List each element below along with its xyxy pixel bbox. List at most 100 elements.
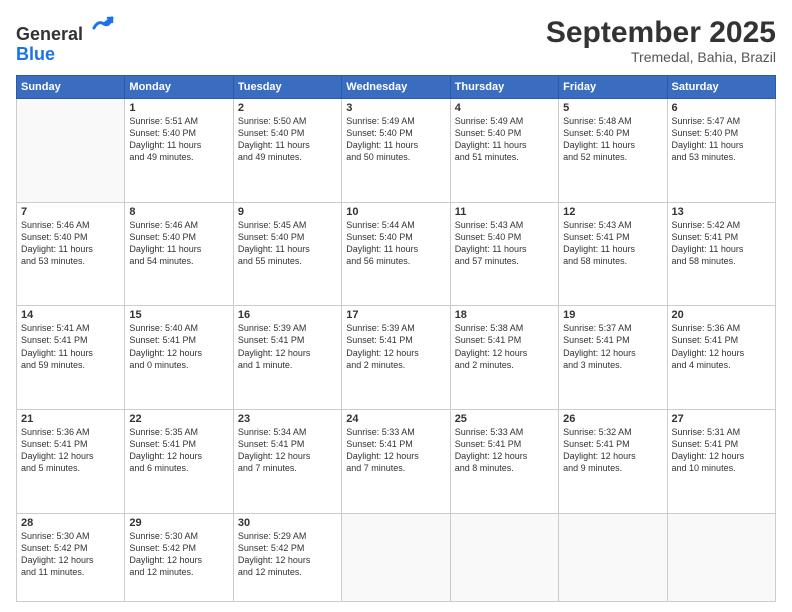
calendar-cell: 24Sunrise: 5:33 AM Sunset: 5:41 PM Dayli… <box>342 409 450 513</box>
calendar-week-2: 14Sunrise: 5:41 AM Sunset: 5:41 PM Dayli… <box>17 306 776 410</box>
day-info: Sunrise: 5:35 AM Sunset: 5:41 PM Dayligh… <box>129 426 228 475</box>
calendar-cell: 2Sunrise: 5:50 AM Sunset: 5:40 PM Daylig… <box>233 99 341 203</box>
day-number: 9 <box>238 206 337 218</box>
day-info: Sunrise: 5:49 AM Sunset: 5:40 PM Dayligh… <box>455 115 554 164</box>
day-number: 24 <box>346 413 445 425</box>
day-info: Sunrise: 5:33 AM Sunset: 5:41 PM Dayligh… <box>455 426 554 475</box>
day-number: 10 <box>346 206 445 218</box>
calendar-cell <box>17 99 125 203</box>
calendar-cell: 22Sunrise: 5:35 AM Sunset: 5:41 PM Dayli… <box>125 409 233 513</box>
calendar-cell: 4Sunrise: 5:49 AM Sunset: 5:40 PM Daylig… <box>450 99 558 203</box>
calendar-cell: 25Sunrise: 5:33 AM Sunset: 5:41 PM Dayli… <box>450 409 558 513</box>
day-number: 18 <box>455 309 554 321</box>
calendar-cell: 18Sunrise: 5:38 AM Sunset: 5:41 PM Dayli… <box>450 306 558 410</box>
calendar-cell: 14Sunrise: 5:41 AM Sunset: 5:41 PM Dayli… <box>17 306 125 410</box>
calendar-cell: 17Sunrise: 5:39 AM Sunset: 5:41 PM Dayli… <box>342 306 450 410</box>
day-number: 28 <box>21 517 120 529</box>
day-info: Sunrise: 5:41 AM Sunset: 5:41 PM Dayligh… <box>21 322 120 371</box>
calendar-cell <box>450 513 558 602</box>
calendar-table: SundayMondayTuesdayWednesdayThursdayFrid… <box>16 75 776 602</box>
day-number: 14 <box>21 309 120 321</box>
calendar-week-0: 1Sunrise: 5:51 AM Sunset: 5:40 PM Daylig… <box>17 99 776 203</box>
day-info: Sunrise: 5:39 AM Sunset: 5:41 PM Dayligh… <box>238 322 337 371</box>
day-info: Sunrise: 5:46 AM Sunset: 5:40 PM Dayligh… <box>21 219 120 268</box>
calendar-cell: 20Sunrise: 5:36 AM Sunset: 5:41 PM Dayli… <box>667 306 775 410</box>
logo-icon <box>90 16 114 40</box>
day-info: Sunrise: 5:43 AM Sunset: 5:41 PM Dayligh… <box>563 219 662 268</box>
day-number: 17 <box>346 309 445 321</box>
day-number: 12 <box>563 206 662 218</box>
weekday-header-wednesday: Wednesday <box>342 76 450 99</box>
day-info: Sunrise: 5:40 AM Sunset: 5:41 PM Dayligh… <box>129 322 228 371</box>
calendar-cell: 30Sunrise: 5:29 AM Sunset: 5:42 PM Dayli… <box>233 513 341 602</box>
weekday-header-sunday: Sunday <box>17 76 125 99</box>
calendar-cell: 7Sunrise: 5:46 AM Sunset: 5:40 PM Daylig… <box>17 202 125 306</box>
day-info: Sunrise: 5:36 AM Sunset: 5:41 PM Dayligh… <box>672 322 771 371</box>
calendar-cell: 9Sunrise: 5:45 AM Sunset: 5:40 PM Daylig… <box>233 202 341 306</box>
title-section: September 2025 Tremedal, Bahia, Brazil <box>546 16 776 65</box>
calendar-cell: 3Sunrise: 5:49 AM Sunset: 5:40 PM Daylig… <box>342 99 450 203</box>
day-info: Sunrise: 5:31 AM Sunset: 5:41 PM Dayligh… <box>672 426 771 475</box>
day-number: 4 <box>455 102 554 114</box>
day-info: Sunrise: 5:39 AM Sunset: 5:41 PM Dayligh… <box>346 322 445 371</box>
calendar-cell: 12Sunrise: 5:43 AM Sunset: 5:41 PM Dayli… <box>559 202 667 306</box>
day-info: Sunrise: 5:47 AM Sunset: 5:40 PM Dayligh… <box>672 115 771 164</box>
day-number: 23 <box>238 413 337 425</box>
day-info: Sunrise: 5:34 AM Sunset: 5:41 PM Dayligh… <box>238 426 337 475</box>
day-number: 1 <box>129 102 228 114</box>
calendar-cell: 28Sunrise: 5:30 AM Sunset: 5:42 PM Dayli… <box>17 513 125 602</box>
day-number: 15 <box>129 309 228 321</box>
calendar-cell: 8Sunrise: 5:46 AM Sunset: 5:40 PM Daylig… <box>125 202 233 306</box>
logo-blue-text: Blue <box>16 45 114 63</box>
month-title: September 2025 <box>546 16 776 49</box>
calendar-cell: 27Sunrise: 5:31 AM Sunset: 5:41 PM Dayli… <box>667 409 775 513</box>
calendar-cell <box>667 513 775 602</box>
day-info: Sunrise: 5:36 AM Sunset: 5:41 PM Dayligh… <box>21 426 120 475</box>
calendar-cell: 21Sunrise: 5:36 AM Sunset: 5:41 PM Dayli… <box>17 409 125 513</box>
day-info: Sunrise: 5:30 AM Sunset: 5:42 PM Dayligh… <box>21 530 120 579</box>
day-info: Sunrise: 5:33 AM Sunset: 5:41 PM Dayligh… <box>346 426 445 475</box>
logo: General Blue <box>16 16 114 63</box>
day-number: 30 <box>238 517 337 529</box>
weekday-header-friday: Friday <box>559 76 667 99</box>
calendar-week-3: 21Sunrise: 5:36 AM Sunset: 5:41 PM Dayli… <box>17 409 776 513</box>
day-info: Sunrise: 5:30 AM Sunset: 5:42 PM Dayligh… <box>129 530 228 579</box>
calendar-cell: 5Sunrise: 5:48 AM Sunset: 5:40 PM Daylig… <box>559 99 667 203</box>
day-info: Sunrise: 5:48 AM Sunset: 5:40 PM Dayligh… <box>563 115 662 164</box>
calendar-cell <box>342 513 450 602</box>
day-number: 8 <box>129 206 228 218</box>
calendar-cell: 15Sunrise: 5:40 AM Sunset: 5:41 PM Dayli… <box>125 306 233 410</box>
weekday-header-monday: Monday <box>125 76 233 99</box>
day-info: Sunrise: 5:49 AM Sunset: 5:40 PM Dayligh… <box>346 115 445 164</box>
day-number: 13 <box>672 206 771 218</box>
logo-general-text: General <box>16 24 83 44</box>
day-number: 11 <box>455 206 554 218</box>
calendar-cell: 10Sunrise: 5:44 AM Sunset: 5:40 PM Dayli… <box>342 202 450 306</box>
weekday-header-saturday: Saturday <box>667 76 775 99</box>
calendar-cell: 11Sunrise: 5:43 AM Sunset: 5:40 PM Dayli… <box>450 202 558 306</box>
day-info: Sunrise: 5:37 AM Sunset: 5:41 PM Dayligh… <box>563 322 662 371</box>
header: General Blue September 2025 Tremedal, Ba… <box>16 16 776 65</box>
page: General Blue September 2025 Tremedal, Ba… <box>0 0 792 612</box>
day-number: 6 <box>672 102 771 114</box>
calendar-cell: 23Sunrise: 5:34 AM Sunset: 5:41 PM Dayli… <box>233 409 341 513</box>
day-number: 3 <box>346 102 445 114</box>
location: Tremedal, Bahia, Brazil <box>546 49 776 65</box>
day-number: 26 <box>563 413 662 425</box>
weekday-header-tuesday: Tuesday <box>233 76 341 99</box>
calendar-week-4: 28Sunrise: 5:30 AM Sunset: 5:42 PM Dayli… <box>17 513 776 602</box>
weekday-header-thursday: Thursday <box>450 76 558 99</box>
day-number: 22 <box>129 413 228 425</box>
day-number: 25 <box>455 413 554 425</box>
calendar-cell: 26Sunrise: 5:32 AM Sunset: 5:41 PM Dayli… <box>559 409 667 513</box>
day-info: Sunrise: 5:29 AM Sunset: 5:42 PM Dayligh… <box>238 530 337 579</box>
day-info: Sunrise: 5:38 AM Sunset: 5:41 PM Dayligh… <box>455 322 554 371</box>
calendar-cell <box>559 513 667 602</box>
day-info: Sunrise: 5:51 AM Sunset: 5:40 PM Dayligh… <box>129 115 228 164</box>
day-number: 27 <box>672 413 771 425</box>
day-number: 21 <box>21 413 120 425</box>
calendar-cell: 1Sunrise: 5:51 AM Sunset: 5:40 PM Daylig… <box>125 99 233 203</box>
calendar-cell: 19Sunrise: 5:37 AM Sunset: 5:41 PM Dayli… <box>559 306 667 410</box>
day-number: 20 <box>672 309 771 321</box>
weekday-header-row: SundayMondayTuesdayWednesdayThursdayFrid… <box>17 76 776 99</box>
